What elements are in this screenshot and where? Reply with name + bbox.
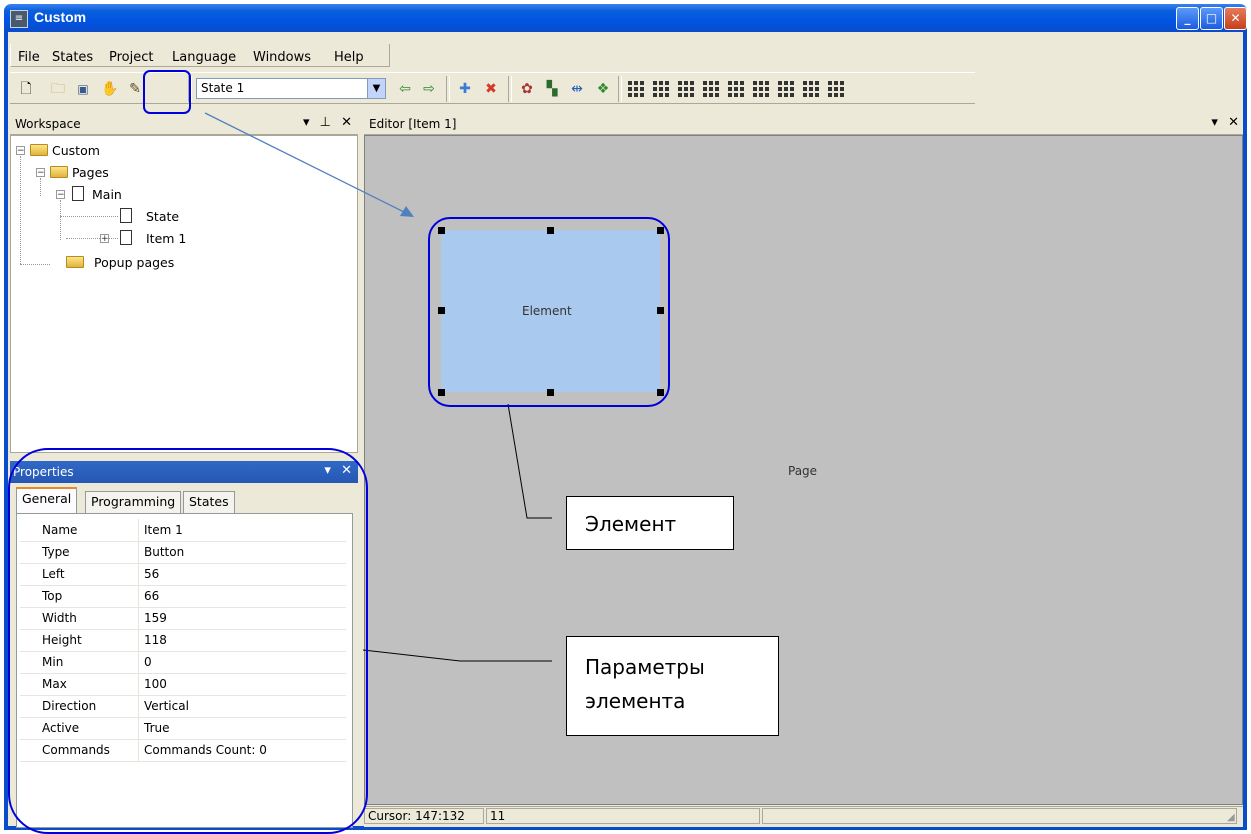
callout-params-line1: Параметры: [585, 655, 705, 679]
annotation-arrow-line: [204, 112, 411, 216]
highlight-outline-element: [428, 217, 670, 407]
callout-line-params: [362, 649, 552, 662]
callout-element: Элемент: [566, 496, 734, 550]
callout-line-element: [507, 403, 552, 519]
highlight-outline-properties: [8, 448, 368, 834]
highlight-outline-tool: [143, 70, 191, 114]
callout-params-line2: элемента: [585, 689, 686, 713]
callout-params: Параметры элемента: [566, 636, 779, 736]
